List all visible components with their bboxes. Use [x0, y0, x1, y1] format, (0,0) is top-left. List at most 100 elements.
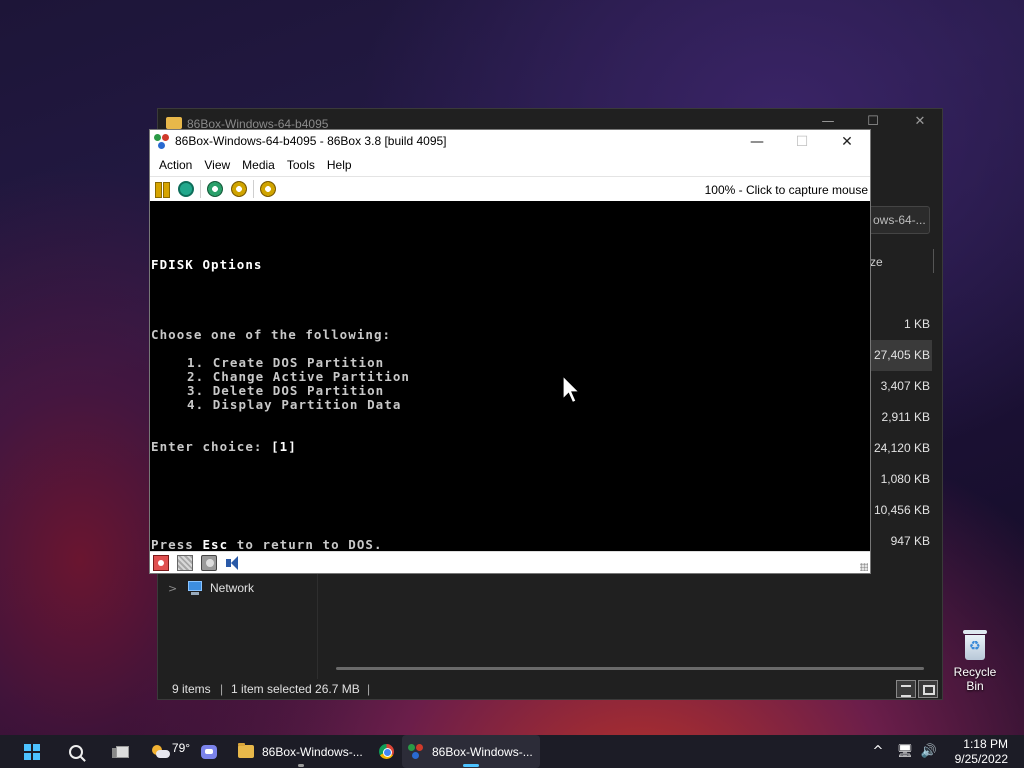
close-button[interactable]: ✕: [824, 130, 870, 154]
teams-chat-icon: [201, 744, 217, 759]
file-size[interactable]: 1,080 KB: [870, 464, 932, 495]
file-size[interactable]: 947 KB: [870, 526, 932, 557]
file-size[interactable]: 10,456 KB: [870, 495, 932, 526]
horizontal-scrollbar[interactable]: [336, 667, 924, 670]
item-count: 9 items: [172, 682, 211, 696]
ctrl-alt-esc-icon[interactable]: [231, 181, 247, 197]
file-size[interactable]: 24,120 KB: [870, 433, 932, 464]
sound-icon[interactable]: [224, 555, 240, 571]
86box-icon: [408, 743, 424, 760]
86box-title-bar[interactable]: 86Box-Windows-64-b4095 - 86Box 3.8 [buil…: [150, 130, 870, 154]
chevron-right-icon[interactable]: >: [168, 582, 186, 595]
weather-icon: [151, 744, 170, 759]
folder-icon: [238, 743, 254, 758]
footer-post: to return to DOS.: [228, 537, 383, 552]
recycle-bin[interactable]: Recycle Bin: [944, 630, 1006, 693]
taskbar: 79° 86Box-Windows-... 86Box-Windows-... …: [0, 735, 1024, 768]
file-size[interactable]: 3,407 KB: [870, 371, 932, 402]
tray-overflow-button[interactable]: ^: [868, 735, 888, 768]
menu-bar: Action View Media Tools Help: [150, 154, 870, 176]
details-view-button[interactable]: [896, 680, 916, 698]
choice-line: Enter choice: [1]: [151, 439, 297, 454]
network-icon: [186, 581, 204, 595]
floppy-drive-icon[interactable]: [153, 555, 169, 571]
86box-title: 86Box-Windows-64-b4095 - 86Box 3.8 [buil…: [175, 134, 447, 148]
settings-icon[interactable]: [260, 181, 276, 197]
taskbar-86box-button[interactable]: 86Box-Windows-...: [402, 735, 540, 768]
menu-action[interactable]: Action: [153, 154, 198, 176]
recycle-bin-icon[interactable]: [963, 630, 987, 660]
nav-item-network[interactable]: > Network: [168, 578, 254, 598]
resize-grip-icon[interactable]: [860, 563, 868, 571]
task-view-button[interactable]: [104, 735, 136, 768]
recycle-bin-label: Recycle Bin: [953, 665, 997, 693]
windows-start-icon: [24, 743, 40, 760]
menu-tools[interactable]: Tools: [281, 154, 321, 176]
file-size-selected[interactable]: 27,405 KB: [870, 340, 932, 371]
option-create: 1. Create DOS Partition: [187, 355, 385, 370]
clock-date: 9/25/2022: [954, 752, 1008, 766]
taskbar-86box-label: 86Box-Windows-...: [432, 744, 533, 759]
maximize-button[interactable]: ☐: [779, 130, 825, 154]
footer-pre: Press: [151, 537, 203, 552]
toolbar-separator: [200, 180, 201, 198]
search-button[interactable]: [60, 735, 92, 768]
choice-label: Enter choice:: [151, 439, 272, 454]
taskbar-explorer-button[interactable]: 86Box-Windows-...: [232, 735, 370, 768]
capture-mouse-hint: 100% - Click to capture mouse: [704, 183, 868, 197]
footer-line: Press Esc to return to DOS.: [151, 537, 383, 552]
ctrl-alt-del-icon[interactable]: [207, 181, 223, 197]
chrome-icon: [378, 744, 394, 759]
explorer-close-button[interactable]: ✕: [900, 114, 940, 134]
hard-reset-icon[interactable]: [178, 181, 194, 197]
tiles-view-button[interactable]: [918, 680, 938, 698]
option-change-active: 2. Change Active Partition: [187, 369, 410, 384]
emulator-screen[interactable]: FDISK Options Choose one of the followin…: [150, 201, 870, 552]
choice-value: [1]: [271, 439, 297, 454]
menu-media[interactable]: Media: [236, 154, 281, 176]
esc-key: Esc: [202, 537, 229, 552]
weather-widget[interactable]: 79°: [150, 735, 192, 768]
86box-window[interactable]: 86Box-Windows-64-b4095 - 86Box 3.8 [buil…: [149, 129, 871, 574]
task-view-icon: [112, 745, 129, 758]
volume-tray-button[interactable]: 🔊: [918, 735, 940, 768]
clock[interactable]: 1:18 PM 9/25/2022: [955, 737, 1008, 767]
86box-status-bar: [150, 551, 870, 573]
network-icon: 🖥: [896, 744, 914, 759]
toolbar: 100% - Click to capture mouse: [150, 176, 870, 201]
menu-help[interactable]: Help: [321, 154, 358, 176]
choose-prompt: Choose one of the following:: [151, 327, 392, 342]
cdrom-drive-icon[interactable]: [177, 555, 193, 571]
nav-pane-divider[interactable]: [317, 574, 318, 679]
menu-view[interactable]: View: [198, 154, 236, 176]
86box-app-icon: [154, 134, 170, 150]
taskbar-chrome-button[interactable]: [372, 735, 400, 768]
volume-icon: 🔊: [920, 744, 938, 759]
taskbar-explorer-label: 86Box-Windows-...: [262, 744, 363, 759]
mouse-cursor-icon: [562, 375, 581, 404]
clock-time: 1:18 PM: [963, 737, 1008, 751]
chat-button[interactable]: [194, 735, 224, 768]
folder-icon: [166, 117, 182, 129]
minimize-button[interactable]: —: [734, 130, 780, 154]
option-delete: 3. Delete DOS Partition: [187, 383, 385, 398]
option-display: 4. Display Partition Data: [187, 397, 402, 412]
fdisk-heading: FDISK Options: [151, 257, 263, 272]
search-icon: [69, 744, 83, 759]
toolbar-separator: [253, 180, 254, 198]
selection-info: 1 item selected 26.7 MB: [231, 682, 360, 696]
size-column-header[interactable]: ze: [870, 255, 883, 269]
pause-icon[interactable]: [154, 181, 170, 198]
weather-temperature: 79°: [171, 740, 191, 755]
file-size[interactable]: 2,911 KB: [870, 402, 932, 433]
network-tray-button[interactable]: 🖥: [894, 735, 916, 768]
hard-disk-icon[interactable]: [201, 555, 217, 571]
explorer-status-bar: 9 items | 1 item selected 26.7 MB |: [158, 677, 942, 701]
status-divider: |: [220, 682, 224, 696]
column-divider[interactable]: [933, 249, 934, 273]
file-size[interactable]: 1 KB: [870, 309, 932, 340]
start-button[interactable]: [16, 735, 48, 768]
explorer-search-input[interactable]: ows-64-...: [868, 206, 930, 234]
file-size-list: 1 KB 27,405 KB 3,407 KB 2,911 KB 24,120 …: [870, 309, 932, 557]
chevron-up-icon: ^: [872, 744, 884, 759]
